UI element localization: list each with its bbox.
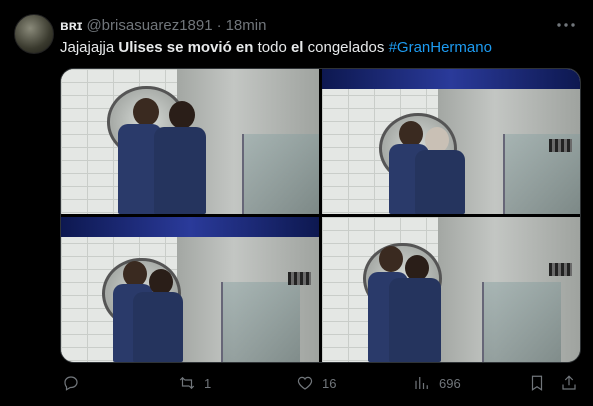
- action-bar: 1 16 696: [60, 372, 581, 394]
- like-count: 16: [322, 375, 337, 391]
- hashtag-link[interactable]: #GranHermano: [389, 39, 492, 56]
- like-button[interactable]: 16: [296, 372, 336, 394]
- heart-icon: [297, 376, 313, 390]
- media-image-2[interactable]: [322, 69, 580, 214]
- media-grid: [60, 68, 581, 363]
- bookmark-button[interactable]: [528, 372, 546, 394]
- tweet-header: ʙʀɪ @brisasuarez1891 · 18min: [60, 16, 553, 34]
- text-bold: el: [290, 39, 304, 56]
- display-name[interactable]: ʙʀɪ: [60, 17, 82, 33]
- text-bold: Ulises se movió en: [118, 39, 254, 56]
- views-count: 696: [439, 375, 461, 391]
- reply-icon: [64, 376, 78, 391]
- more-icon[interactable]: [555, 14, 577, 36]
- separator: ·: [216, 16, 222, 34]
- share-icon: [562, 375, 576, 390]
- retweet-icon: [179, 376, 195, 390]
- avatar[interactable]: [14, 14, 54, 54]
- views-button[interactable]: 696: [413, 372, 461, 394]
- text-part: todo: [253, 39, 291, 56]
- text-part: congelados: [303, 39, 389, 56]
- media-image-3[interactable]: [61, 217, 319, 362]
- bookmark-icon: [531, 375, 543, 391]
- views-icon: [415, 377, 428, 389]
- tweet-text: Jajajajja Ulises se movió en todo el con…: [60, 38, 581, 58]
- tweet-time[interactable]: 18min: [226, 17, 267, 34]
- share-button[interactable]: [560, 372, 578, 394]
- user-handle[interactable]: @brisasuarez1891: [86, 17, 212, 34]
- retweet-count: 1: [204, 375, 212, 391]
- media-image-1[interactable]: [61, 69, 319, 214]
- reply-button[interactable]: [62, 372, 88, 394]
- text-part: Jajajajja: [60, 39, 119, 56]
- retweet-button[interactable]: 1: [178, 372, 211, 394]
- media-image-4[interactable]: [322, 217, 580, 362]
